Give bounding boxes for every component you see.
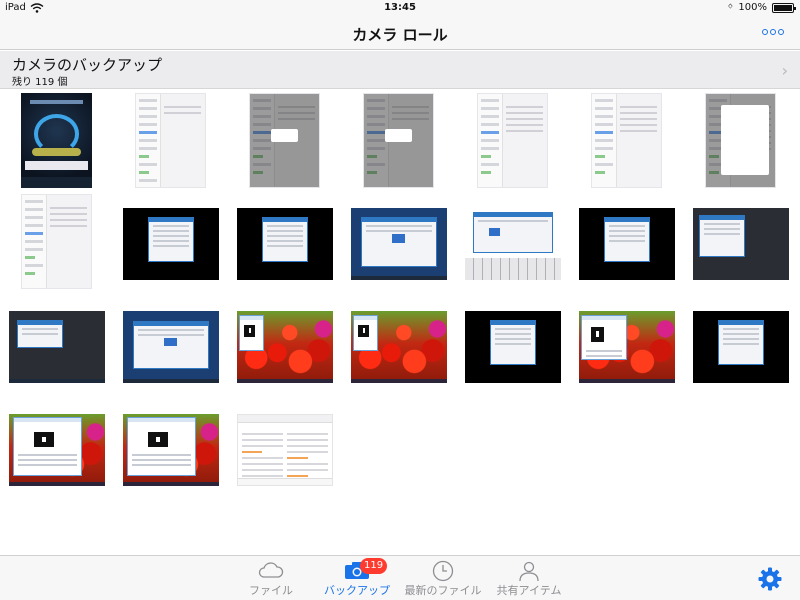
tab-recent[interactable]: 最新のファイル bbox=[401, 558, 485, 600]
cloud-icon bbox=[258, 562, 284, 578]
battery-percent: 100% bbox=[738, 2, 767, 13]
photo-thumbnail[interactable] bbox=[123, 208, 219, 280]
bluetooth-icon: ᛜ bbox=[727, 2, 734, 13]
status-bar: iPad 13:45 ᛜ 100% bbox=[0, 0, 800, 16]
photo-thumbnail[interactable] bbox=[693, 208, 789, 280]
tab-recent-label: 最新のファイル bbox=[404, 584, 482, 597]
tab-files[interactable]: ファイル bbox=[229, 558, 313, 600]
photo-thumbnail[interactable] bbox=[579, 208, 675, 280]
photo-thumbnail[interactable] bbox=[237, 414, 333, 486]
backup-count-badge: 119 bbox=[360, 558, 388, 574]
photo-grid bbox=[0, 89, 800, 555]
chevron-right-icon: › bbox=[781, 61, 788, 80]
settings-gear-icon[interactable] bbox=[758, 567, 782, 591]
photo-thumbnail[interactable] bbox=[351, 208, 447, 280]
dot-icon bbox=[770, 29, 776, 35]
camera-backup-banner[interactable]: カメラのバックアップ 残り 119 個 › bbox=[0, 51, 800, 89]
status-time: 13:45 bbox=[384, 2, 416, 13]
backup-remaining: 残り 119 個 bbox=[12, 77, 68, 88]
photo-thumbnail[interactable] bbox=[693, 311, 789, 383]
page-title: カメラ ロール bbox=[352, 26, 448, 44]
more-options-button[interactable] bbox=[762, 29, 784, 35]
photo-thumbnail[interactable] bbox=[477, 93, 548, 188]
backup-title: カメラのバックアップ bbox=[12, 56, 163, 74]
tab-backup[interactable]: 119 バックアップ bbox=[315, 558, 399, 600]
dot-icon bbox=[778, 29, 784, 35]
photo-thumbnail[interactable] bbox=[351, 311, 447, 383]
photo-thumbnail[interactable] bbox=[135, 93, 206, 188]
photo-thumbnail[interactable] bbox=[237, 208, 333, 280]
photo-thumbnail[interactable] bbox=[465, 208, 561, 280]
photo-thumbnail[interactable] bbox=[465, 311, 561, 383]
photo-thumbnail[interactable] bbox=[363, 93, 434, 188]
photo-thumbnail[interactable] bbox=[9, 311, 105, 383]
clock-icon bbox=[432, 560, 454, 582]
photo-thumbnail[interactable] bbox=[237, 311, 333, 383]
dot-icon bbox=[762, 29, 768, 35]
photo-thumbnail[interactable] bbox=[591, 93, 662, 188]
navigation-bar: カメラ ロール bbox=[0, 16, 800, 50]
photo-thumbnail[interactable] bbox=[21, 93, 92, 188]
tab-files-label: ファイル bbox=[249, 584, 293, 597]
tab-bar: ファイル 119 バックアップ 最新のファイル 共有アイテム bbox=[0, 555, 800, 600]
photo-thumbnail[interactable] bbox=[123, 414, 219, 486]
tab-shared-label: 共有アイテム bbox=[496, 584, 562, 597]
photo-thumbnail[interactable] bbox=[21, 194, 92, 289]
shared-people-icon bbox=[519, 561, 539, 582]
photo-thumbnail[interactable] bbox=[249, 93, 320, 188]
photo-thumbnail[interactable] bbox=[123, 311, 219, 383]
tab-backup-label: バックアップ bbox=[324, 584, 390, 597]
battery-icon bbox=[772, 2, 796, 13]
photo-thumbnail[interactable] bbox=[579, 311, 675, 383]
photo-thumbnail[interactable] bbox=[705, 93, 776, 188]
tab-shared[interactable]: 共有アイテム bbox=[487, 558, 571, 600]
photo-thumbnail[interactable] bbox=[9, 414, 105, 486]
